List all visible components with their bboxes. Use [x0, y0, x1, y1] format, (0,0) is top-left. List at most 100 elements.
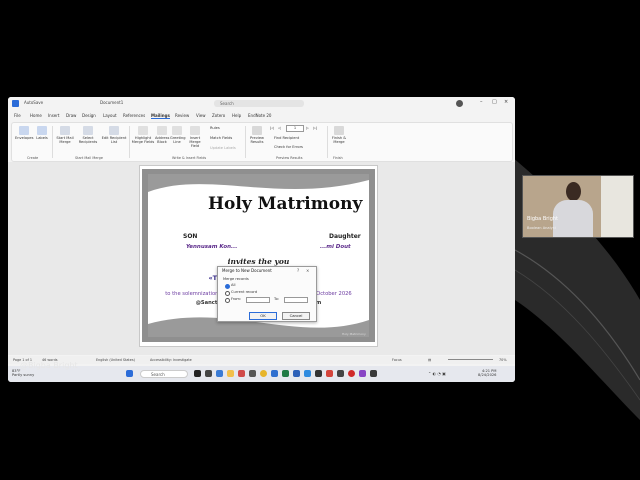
word-icon[interactable] [293, 370, 300, 377]
app-icon[interactable] [359, 370, 366, 377]
taskbar-search[interactable]: Search [140, 370, 188, 378]
group-finish: Finish [333, 156, 343, 160]
highlight-merge-fields-button[interactable]: Highlight Merge Fields [131, 126, 155, 144]
search-input[interactable]: Search [214, 100, 304, 107]
edit-recipient-list-button[interactable]: Edit Recipient List [101, 126, 127, 144]
record-number-input[interactable]: 1 [286, 125, 304, 132]
minimize-icon[interactable]: – [480, 99, 483, 105]
radio-current-record[interactable] [225, 291, 230, 296]
to-label: To: [274, 297, 279, 301]
camera-background-window [601, 176, 633, 237]
rules-button[interactable]: Rules [210, 126, 220, 130]
first-record-icon[interactable]: |◁ [270, 126, 274, 130]
app-icon[interactable] [249, 370, 256, 377]
app-icon[interactable] [337, 370, 344, 377]
tab-zotero[interactable]: Zotero [212, 113, 225, 118]
cancel-button[interactable]: Cancel [282, 312, 310, 320]
tray-icons[interactable]: ⌃ ◐ ◔ ▣ [428, 371, 446, 376]
address-block-button[interactable]: Address Block [155, 126, 169, 144]
tab-layout[interactable]: Layout [103, 113, 117, 118]
app-icon[interactable] [216, 370, 223, 377]
app-icon[interactable] [370, 370, 377, 377]
invites-text: invites the you [227, 257, 290, 266]
match-fields-button[interactable]: Match Fields [210, 136, 232, 140]
to-field[interactable] [284, 297, 308, 303]
edit-list-icon [109, 126, 119, 135]
labels-icon [37, 126, 47, 135]
radio-all[interactable] [225, 284, 230, 289]
check-errors-button[interactable]: Check for Errors [274, 145, 303, 149]
app-icon[interactable] [326, 370, 333, 377]
folder-icon[interactable] [227, 370, 234, 377]
presenter-head [566, 182, 581, 201]
dialog-close-icon[interactable]: × [306, 268, 309, 273]
address-icon [157, 126, 167, 135]
ok-button[interactable]: OK [249, 312, 277, 320]
preview-results-button[interactable]: Preview Results [248, 126, 266, 144]
status-bar: Page 1 of 1 46 words English (United Sta… [8, 356, 515, 364]
tab-references[interactable]: References [123, 113, 145, 118]
chrome-icon[interactable] [260, 370, 267, 377]
excel-icon[interactable] [282, 370, 289, 377]
group-start-mail-merge: Start Mail Merge [75, 156, 103, 160]
tab-home[interactable]: Home [30, 113, 42, 118]
last-record-icon[interactable]: ▷| [313, 126, 317, 130]
next-record-icon[interactable]: ▷ [306, 126, 309, 130]
insert-merge-field-button[interactable]: Insert Merge Field [185, 126, 205, 148]
invitation-heading: Holy Matrimony [208, 194, 363, 214]
finish-merge-button[interactable]: Finish & Merge [330, 126, 348, 144]
tab-design[interactable]: Design [82, 113, 96, 118]
zoom-level[interactable]: 70% [499, 358, 507, 362]
ribbon: Envelopes Labels Create Start Mail Merge… [11, 122, 513, 162]
tab-help[interactable]: Help [232, 113, 241, 118]
app-icon[interactable] [205, 370, 212, 377]
group-write-insert: Write & Insert Fields [172, 156, 207, 160]
app-icon[interactable] [271, 370, 278, 377]
group-preview: Preview Results [276, 156, 303, 160]
avatar[interactable] [456, 100, 463, 107]
merge-to-new-document-dialog: Merge to New Document ? × Merge records … [217, 266, 317, 322]
tab-review[interactable]: Review [175, 113, 189, 118]
word-window: AutoSave Document1 Search – □ × File Hom… [8, 97, 515, 382]
zoom-slider[interactable] [448, 359, 493, 360]
taskbar: 83°F Partly sunny Search ⌃ ◐ ◔ ▣ 4:21 PM… [8, 366, 515, 382]
envelopes-button[interactable]: Envelopes [15, 126, 33, 140]
accessibility-status[interactable]: Accessibility: Investigate [150, 358, 192, 362]
start-mail-merge-button[interactable]: Start Mail Merge [55, 126, 75, 144]
find-recipient-button[interactable]: Find Recipient [274, 136, 299, 140]
document-title: Document1 [100, 100, 124, 105]
tab-endnote[interactable]: EndNote 20 [248, 113, 271, 118]
app-icon[interactable] [238, 370, 245, 377]
tab-draw[interactable]: Draw [66, 113, 76, 118]
from-field[interactable] [246, 297, 270, 303]
opera-icon[interactable] [348, 370, 355, 377]
radio-from[interactable] [225, 298, 230, 303]
preview-icon [252, 126, 262, 135]
prev-record-icon[interactable]: ◁ [278, 126, 281, 130]
update-labels-button[interactable]: Update Labels [210, 146, 236, 150]
start-icon[interactable] [126, 370, 133, 377]
labels-button[interactable]: Labels [35, 126, 49, 140]
maximize-icon[interactable]: □ [492, 99, 497, 105]
word-app-icon [12, 100, 19, 107]
select-recipients-button[interactable]: Select Recipients [76, 126, 100, 144]
focus-button[interactable]: Focus [392, 358, 402, 362]
help-icon[interactable]: ? [297, 268, 299, 273]
frame-tag-bottom: Holy Matrimony [342, 332, 366, 336]
weather-widget[interactable]: 83°F Partly sunny [12, 369, 34, 377]
tab-mailings[interactable]: Mailings [151, 113, 170, 119]
presenter-role: Boolean Analyst [527, 226, 557, 230]
tab-file[interactable]: File [14, 113, 21, 118]
clock[interactable]: 4:21 PM 8/24/2026 [478, 369, 496, 377]
tab-view[interactable]: View [196, 113, 206, 118]
app-icon[interactable] [315, 370, 322, 377]
tab-insert[interactable]: Insert [48, 113, 59, 118]
language-status[interactable]: English (United States) [96, 358, 135, 362]
recipients-icon [83, 126, 93, 135]
vscode-icon[interactable] [304, 370, 311, 377]
print-layout-icon[interactable]: ▤ [428, 358, 431, 362]
app-icon[interactable] [194, 370, 201, 377]
autosave-label[interactable]: AutoSave [24, 100, 43, 105]
close-icon[interactable]: × [504, 99, 508, 105]
greeting-line-button[interactable]: Greeting Line [170, 126, 186, 144]
